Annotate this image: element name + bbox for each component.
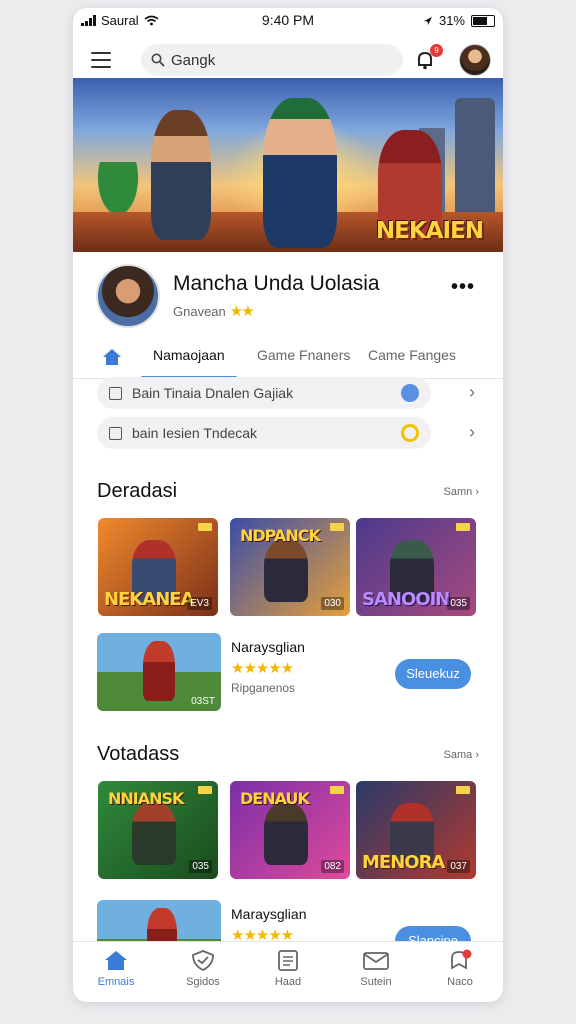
thumbnail-count: 035: [189, 860, 212, 873]
home-tab-icon[interactable]: [101, 346, 123, 368]
nav-item-haad[interactable]: Haad: [253, 948, 323, 988]
thumbnail-count: 035: [447, 597, 470, 610]
game-thumbnail[interactable]: NNIANSK 035: [98, 781, 218, 879]
featured-game-name: Naraysglian: [231, 639, 305, 655]
search-input[interactable]: Gangk: [141, 44, 403, 76]
section-title: Deradasi: [97, 480, 178, 502]
featured-game-image: [97, 900, 221, 942]
thumbnail-count: EV3: [187, 597, 212, 610]
list-item[interactable]: Bain Tinaia Dnalen Gajiak: [97, 377, 431, 409]
list-item-label: bain Iesien Tndecak: [132, 425, 258, 441]
profile-subtitle: Gnavean: [173, 303, 226, 319]
profile-name: Mancha Unda Uolasia: [173, 272, 380, 295]
app-window: Saural 9:40 PM 31% Gangk 9 NEKAIEN Manch…: [73, 8, 503, 1002]
star-icon: ★★: [229, 303, 255, 320]
tab-namaojaan[interactable]: Namaojaan: [153, 347, 225, 363]
tab-came-fanges[interactable]: Came Fanges: [368, 347, 456, 363]
nav-label: Sgidos: [186, 976, 220, 988]
notification-button[interactable]: 9: [413, 44, 443, 72]
featured-game-image: 03ST: [97, 633, 221, 711]
status-bar: Saural 9:40 PM 31%: [73, 8, 503, 34]
nav-label: Emnais: [97, 976, 135, 988]
section-title: Votadass: [97, 743, 180, 765]
thumbnail-title: MENORA: [362, 852, 445, 873]
profile-header: Mancha Unda Uolasia Gnavean ★★ •••: [73, 260, 503, 338]
list-item-label: Bain Tinaia Dnalen Gajiak: [132, 385, 294, 401]
nav-item-naco[interactable]: Naco: [425, 948, 495, 988]
mail-icon: [363, 952, 389, 970]
document-icon: [278, 950, 298, 971]
see-all-link[interactable]: Samn ›: [444, 486, 479, 498]
game-thumbnail[interactable]: NDPANCK 030: [230, 518, 350, 616]
nav-label: Sutein: [360, 976, 392, 988]
featured-game-meta: Ripganenos: [231, 681, 296, 695]
search-icon: [151, 53, 165, 67]
featured-action-button[interactable]: Sleuekuz: [395, 659, 471, 689]
user-avatar[interactable]: [459, 44, 491, 76]
notification-badge: 9: [430, 44, 443, 57]
chevron-right-icon[interactable]: ›: [469, 422, 475, 443]
check-status-icon: [401, 384, 419, 402]
thumbnail-count: 037: [447, 860, 470, 873]
tab-bar: Namaojaan Game Fnaners Came Fanges: [73, 342, 503, 379]
thumbnail-title: NNIANSK: [108, 789, 184, 808]
checkbox[interactable]: [109, 386, 122, 400]
location-icon: [423, 16, 432, 25]
rating-stars: ★★★★★: [231, 927, 294, 942]
featured-game-card[interactable]: 03ST Naraysglian ★★★★★ Ripganenos Sleuek…: [97, 633, 477, 711]
banner-logo: NEKAIEN: [375, 218, 484, 244]
battery-label: 31%: [438, 13, 465, 28]
list-item[interactable]: bain Iesien Tndecak: [97, 417, 431, 449]
game-thumbnail[interactable]: MENORA 037: [356, 781, 476, 879]
rating-stars: ★★★★★: [231, 660, 294, 677]
bottom-navigation: Emnais Sgidos Haad Sutein Naco: [73, 941, 503, 1002]
thumbnail-count: 082: [321, 860, 344, 873]
game-thumbnail[interactable]: DENAUK 082: [230, 781, 350, 879]
featured-action-button[interactable]: Slancipe: [395, 926, 471, 942]
featured-count: 03ST: [191, 696, 215, 707]
nav-label: Naco: [447, 976, 473, 988]
thumbnail-title: NEKANEA: [104, 589, 195, 610]
search-value: Gangk: [171, 51, 216, 69]
featured-game-name: Maraysglian: [231, 906, 307, 922]
thumbnail-title: NDPANCK: [240, 526, 321, 545]
thumbnail-title: DENAUK: [240, 789, 310, 808]
nav-item-sgidos[interactable]: Sgidos: [168, 948, 238, 988]
shield-icon: [192, 950, 214, 972]
hero-banner[interactable]: NEKAIEN: [73, 78, 503, 252]
featured-game-card[interactable]: Maraysglian ★★★★★ Slancipe: [97, 900, 477, 942]
nav-item-emnais[interactable]: Emnais: [81, 948, 151, 988]
see-all-link[interactable]: Sama ›: [444, 749, 479, 761]
nav-label: Haad: [274, 976, 302, 988]
user-alert-icon: [451, 949, 472, 970]
profile-avatar[interactable]: [96, 264, 160, 328]
menu-icon[interactable]: [91, 52, 111, 68]
pending-status-icon: [401, 424, 419, 442]
chevron-right-icon[interactable]: ›: [469, 382, 475, 403]
game-thumbnail[interactable]: NEKANEA EV3: [98, 518, 218, 616]
more-options-icon[interactable]: •••: [451, 276, 475, 299]
thumbnail-title: SANOOIN: [362, 589, 450, 610]
thumbnail-count: 030: [321, 597, 344, 610]
home-icon: [105, 951, 127, 970]
tab-game-fnaners[interactable]: Game Fnaners: [257, 347, 350, 363]
nav-item-sutein[interactable]: Sutein: [341, 948, 411, 988]
checkbox[interactable]: [109, 426, 122, 440]
game-thumbnail[interactable]: SANOOIN 035: [356, 518, 476, 616]
battery-icon: [471, 14, 495, 27]
